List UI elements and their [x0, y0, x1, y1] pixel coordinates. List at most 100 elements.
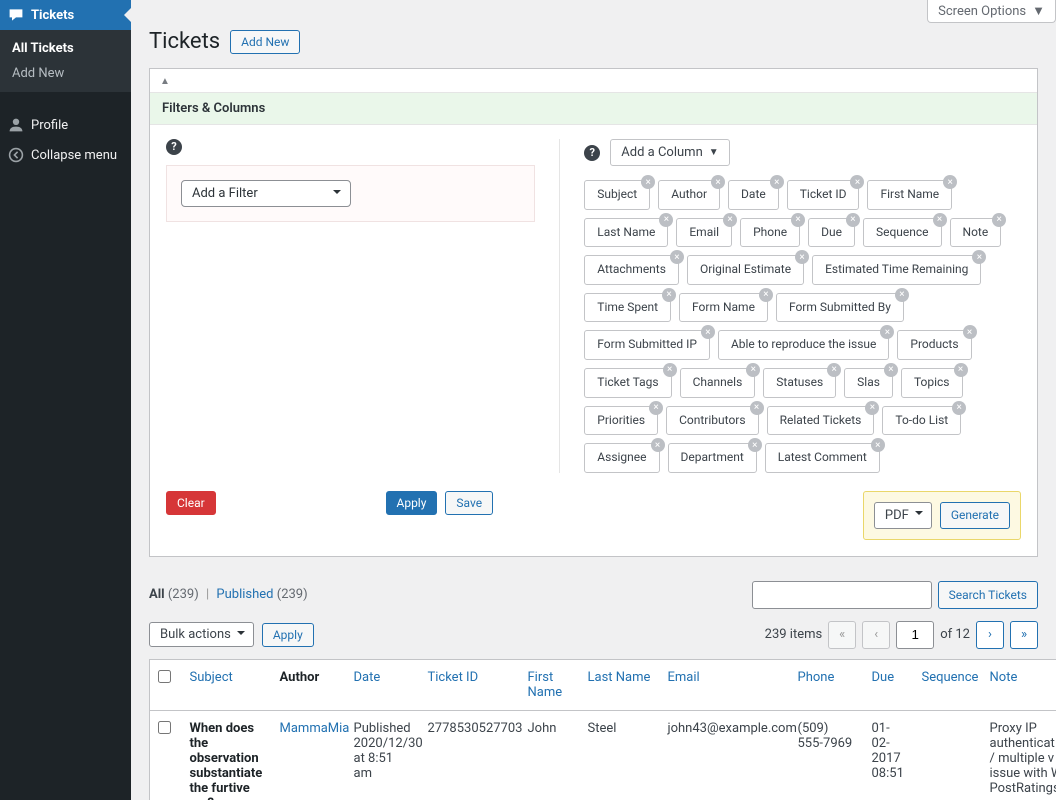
remove-chip-icon[interactable]: × [651, 438, 665, 452]
add-column-select[interactable]: Add a Column ▼ [610, 139, 729, 166]
remove-chip-icon[interactable]: × [952, 401, 966, 415]
remove-chip-icon[interactable]: × [791, 213, 805, 227]
add-new-button[interactable]: Add New [230, 30, 300, 54]
select-all-checkbox[interactable] [158, 670, 171, 683]
column-chip[interactable]: Contributors× [666, 406, 758, 436]
page-last-button[interactable]: » [1010, 621, 1038, 649]
column-chip[interactable]: Date× [728, 180, 779, 210]
help-icon[interactable]: ? [166, 139, 182, 155]
column-chip[interactable]: Subject× [584, 180, 650, 210]
generate-button[interactable]: Generate [940, 502, 1010, 529]
th-firstname[interactable]: First Name [520, 659, 580, 710]
column-chip[interactable]: Statuses× [763, 368, 836, 398]
column-chip[interactable]: Related Tickets× [767, 406, 875, 436]
column-chip[interactable]: Channels× [680, 368, 756, 398]
remove-chip-icon[interactable]: × [865, 401, 879, 415]
add-filter-select[interactable]: Add a Filter [181, 180, 351, 207]
remove-chip-icon[interactable]: × [871, 438, 885, 452]
th-note[interactable]: Note [982, 659, 1056, 710]
column-chip[interactable]: Original Estimate× [687, 255, 804, 285]
export-format-select[interactable]: PDF [874, 502, 932, 529]
page-current-input[interactable] [896, 621, 934, 649]
search-input[interactable] [752, 581, 932, 609]
remove-chip-icon[interactable]: × [641, 175, 655, 189]
remove-chip-icon[interactable]: × [880, 325, 894, 339]
th-email[interactable]: Email [660, 659, 790, 710]
sidebar-collapse[interactable]: Collapse menu [0, 140, 131, 170]
column-chip[interactable]: Estimated Time Remaining× [812, 255, 981, 285]
remove-chip-icon[interactable]: × [770, 175, 784, 189]
column-chip[interactable]: Form Submitted IP× [584, 330, 710, 360]
bulk-actions-select[interactable]: Bulk actions [149, 622, 254, 647]
tab-published[interactable]: Published [216, 587, 273, 602]
search-button[interactable]: Search Tickets [938, 581, 1038, 609]
column-chip[interactable]: Ticket ID× [787, 180, 860, 210]
column-chip[interactable]: Last Name× [584, 218, 668, 248]
remove-chip-icon[interactable]: × [963, 325, 977, 339]
column-chip[interactable]: Latest Comment× [765, 443, 880, 473]
remove-chip-icon[interactable]: × [954, 363, 968, 377]
remove-chip-icon[interactable]: × [759, 288, 773, 302]
remove-chip-icon[interactable]: × [748, 438, 762, 452]
page-prev-button[interactable]: ‹ [862, 621, 890, 649]
remove-chip-icon[interactable]: × [943, 175, 957, 189]
remove-chip-icon[interactable]: × [746, 363, 760, 377]
remove-chip-icon[interactable]: × [701, 325, 715, 339]
column-chip[interactable]: Able to reproduce the issue× [718, 330, 889, 360]
submenu-add-new[interactable]: Add New [0, 61, 131, 86]
remove-chip-icon[interactable]: × [649, 401, 663, 415]
tab-all[interactable]: All [149, 587, 165, 602]
remove-chip-icon[interactable]: × [895, 288, 909, 302]
page-next-button[interactable]: › [976, 621, 1004, 649]
help-icon[interactable]: ? [584, 145, 600, 161]
column-chip[interactable]: Products× [897, 330, 971, 360]
remove-chip-icon[interactable]: × [884, 363, 898, 377]
th-phone[interactable]: Phone [790, 659, 864, 710]
column-chip[interactable]: Priorities× [584, 406, 658, 436]
column-chip[interactable]: Ticket Tags× [584, 368, 671, 398]
column-chip[interactable]: Form Name× [679, 293, 768, 323]
remove-chip-icon[interactable]: × [850, 175, 864, 189]
screen-options-toggle[interactable]: Screen Options ▼ [927, 0, 1056, 23]
column-chip[interactable]: To-do List× [882, 406, 961, 436]
th-author[interactable]: Author [272, 659, 346, 710]
th-subject[interactable]: Subject [182, 659, 272, 710]
column-chip[interactable]: Time Spent× [584, 293, 671, 323]
remove-chip-icon[interactable]: × [827, 363, 841, 377]
column-chip[interactable]: Attachments× [584, 255, 679, 285]
table-row[interactable]: When does the observation substantiate t… [150, 710, 1056, 800]
remove-chip-icon[interactable]: × [933, 213, 947, 227]
remove-chip-icon[interactable]: × [711, 175, 725, 189]
clear-button[interactable]: Clear [166, 491, 216, 515]
panel-collapse-toggle[interactable]: ▲ [150, 69, 1037, 92]
remove-chip-icon[interactable]: × [662, 288, 676, 302]
th-sequence[interactable]: Sequence [914, 659, 982, 710]
column-chip[interactable]: Sequence× [863, 218, 942, 248]
column-chip[interactable]: Department× [668, 443, 757, 473]
column-chip[interactable]: Assignee× [584, 443, 659, 473]
column-chip[interactable]: First Name× [867, 180, 952, 210]
page-first-button[interactable]: « [828, 621, 856, 649]
th-date[interactable]: Date [346, 659, 420, 710]
save-filters-button[interactable]: Save [445, 491, 493, 515]
sidebar-item-tickets[interactable]: Tickets [0, 0, 131, 30]
remove-chip-icon[interactable]: × [846, 213, 860, 227]
column-chip[interactable]: Slas× [844, 368, 893, 398]
remove-chip-icon[interactable]: × [972, 250, 986, 264]
column-chip[interactable]: Email× [676, 218, 732, 248]
column-chip[interactable]: Topics× [901, 368, 963, 398]
submenu-all-tickets[interactable]: All Tickets [0, 36, 131, 61]
th-ticketid[interactable]: Ticket ID [420, 659, 520, 710]
th-lastname[interactable]: Last Name [580, 659, 660, 710]
remove-chip-icon[interactable]: × [659, 213, 673, 227]
remove-chip-icon[interactable]: × [670, 250, 684, 264]
column-chip[interactable]: Note× [950, 218, 1002, 248]
remove-chip-icon[interactable]: × [663, 363, 677, 377]
apply-filters-button[interactable]: Apply [386, 491, 438, 515]
column-chip[interactable]: Due× [808, 218, 855, 248]
column-chip[interactable]: Form Submitted By× [776, 293, 904, 323]
column-chip[interactable]: Phone× [740, 218, 800, 248]
column-chip[interactable]: Author× [658, 180, 720, 210]
remove-chip-icon[interactable]: × [992, 213, 1006, 227]
th-due[interactable]: Due [864, 659, 914, 710]
